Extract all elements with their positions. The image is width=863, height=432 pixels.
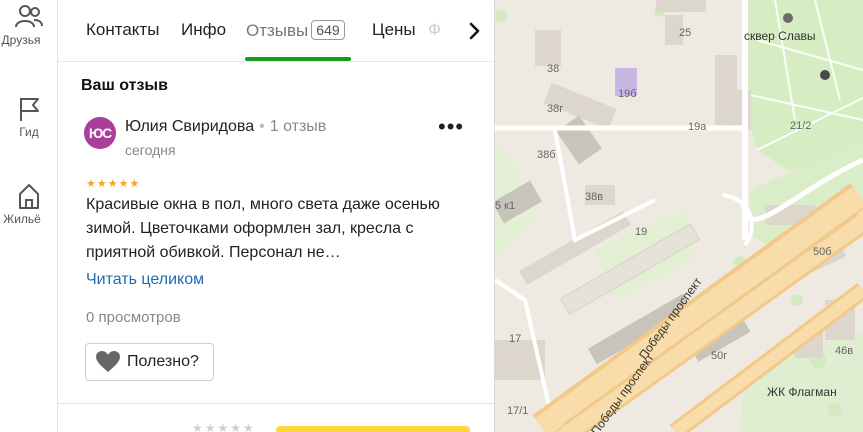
map-label-17: 17 bbox=[509, 333, 521, 345]
people-icon bbox=[15, 5, 43, 28]
tab-reviews[interactable]: Отзывы 649 bbox=[246, 20, 345, 41]
map-label-50g: 50г bbox=[711, 350, 727, 362]
active-tab-indicator bbox=[245, 57, 351, 61]
read-more-link[interactable]: Читать целиком bbox=[86, 271, 204, 289]
useful-button[interactable]: Полезно? bbox=[85, 343, 214, 381]
tab-info[interactable]: Инфо bbox=[181, 20, 226, 40]
map-label-46v: 46в bbox=[835, 345, 853, 357]
left-nav-rail: Друзья Гид Жильё bbox=[0, 0, 58, 432]
section-title: Ваш отзыв bbox=[81, 77, 168, 94]
tab-reviews-label: Отзывы bbox=[246, 21, 309, 40]
map-label-38v: 38в bbox=[585, 191, 603, 203]
more-options-icon[interactable]: ••• bbox=[438, 116, 464, 142]
map-label-park[interactable]: сквер Славы bbox=[744, 29, 816, 43]
author-review-count: 1 отзыв bbox=[269, 118, 327, 135]
nav-item-housing[interactable]: Жильё bbox=[0, 181, 58, 226]
tab-contacts[interactable]: Контакты bbox=[86, 20, 159, 40]
chevron-right-icon[interactable] bbox=[460, 14, 490, 48]
star-icon: ★ bbox=[107, 178, 118, 190]
map-label-38g: 38г bbox=[547, 103, 563, 115]
map-label-19b: 19б bbox=[618, 88, 637, 100]
star-icon: ★ bbox=[129, 178, 140, 190]
map-canvas[interactable]: сквер Славы 25 38 38г 19б 19а 38б 21/2 3… bbox=[495, 0, 863, 432]
map-label-50b: 50б bbox=[813, 246, 832, 258]
divider bbox=[58, 403, 494, 404]
flag-icon bbox=[20, 98, 39, 121]
review-text: Красивые окна в пол, много света даже ос… bbox=[86, 196, 440, 261]
place-panel: Контакты Инфо Отзывы 649 Цены Ф Ваш отзыв… bbox=[58, 0, 495, 432]
tab-bar: Контакты Инфо Отзывы 649 Цены Ф bbox=[58, 0, 494, 62]
map-label-19: 19 bbox=[635, 226, 647, 238]
park-marker-icon[interactable] bbox=[783, 13, 793, 23]
map-label-38b: 38б bbox=[537, 149, 556, 161]
rate-stars-empty[interactable]: ★★★★★ bbox=[192, 421, 256, 432]
star-icon: ★ bbox=[96, 178, 107, 190]
map-label-17-1: 17/1 bbox=[507, 405, 528, 417]
reviews-count-badge: 649 bbox=[311, 20, 345, 40]
views-count: 0 просмотров bbox=[86, 309, 181, 326]
rating-stars: ★★★★★ bbox=[86, 174, 140, 190]
write-review-button[interactable] bbox=[276, 426, 470, 432]
nav-item-guide-label: Гид bbox=[19, 125, 39, 139]
avatar[interactable]: ЮС bbox=[84, 117, 116, 149]
heart-icon bbox=[96, 351, 120, 372]
separator-dot: • bbox=[259, 118, 265, 135]
monument-icon[interactable] bbox=[820, 70, 830, 80]
map-view[interactable]: сквер Славы 25 38 38г 19б 19а 38б 21/2 3… bbox=[495, 0, 863, 432]
nav-item-housing-label: Жильё bbox=[3, 212, 41, 226]
tab-faded[interactable]: Ф bbox=[428, 20, 458, 40]
star-icon: ★ bbox=[118, 178, 129, 190]
map-label-38: 38 bbox=[547, 63, 559, 75]
nav-item-friends[interactable]: Друзья bbox=[0, 2, 58, 47]
review-date: сегодня bbox=[125, 142, 176, 158]
nav-item-guide[interactable]: Гид bbox=[0, 94, 58, 139]
map-label-25: 25 bbox=[679, 27, 691, 39]
tab-prices[interactable]: Цены bbox=[372, 20, 416, 40]
author-name[interactable]: Юлия Свиридова bbox=[125, 118, 254, 135]
map-label-19a: 19а bbox=[688, 121, 707, 133]
nav-item-friends-label: Друзья bbox=[1, 33, 41, 47]
map-label-complex[interactable]: ЖК Флагман bbox=[767, 385, 837, 399]
star-icon: ★ bbox=[86, 178, 96, 190]
map-label-21-2: 21/2 bbox=[790, 120, 811, 132]
review-author: Юлия Свиридова • 1 отзыв bbox=[125, 118, 326, 136]
useful-button-label: Полезно? bbox=[127, 353, 199, 370]
house-icon bbox=[19, 184, 39, 209]
map-label-5k1: 5 к1 bbox=[495, 200, 515, 212]
